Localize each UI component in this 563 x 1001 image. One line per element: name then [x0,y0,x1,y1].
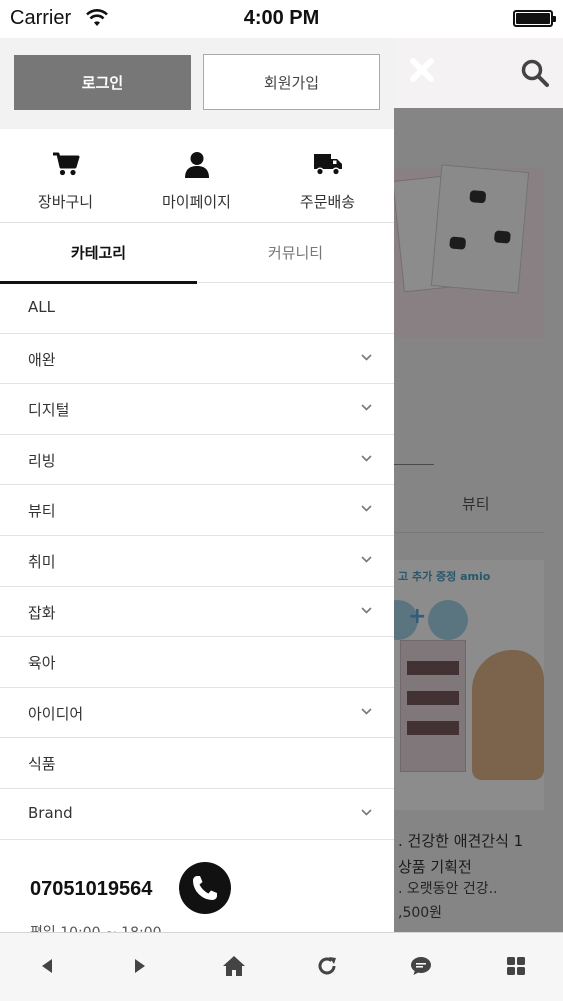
quick-link-label: 주문배송 [299,193,356,211]
phone-icon [193,876,217,900]
category-item-beauty[interactable]: 뷰티 [0,485,394,536]
refresh-icon [318,957,336,975]
category-label: ALL [28,298,55,316]
quick-links: 장바구니 마이페이지 주문배송 [0,129,394,223]
category-item-all[interactable]: ALL [0,283,394,334]
menu-tabs: 카테고리 커뮤니티 [0,223,394,284]
grid-icon [507,957,525,975]
category-list: ALL 애완 디지털 리빙 뷰티 취미 잡화 육아 아이디어 식품 Brand [0,283,394,840]
quick-link-delivery[interactable]: 주문배송 [262,129,393,222]
quick-link-mypage[interactable]: 마이페이지 [131,129,262,222]
category-label: 아이디어 [28,704,84,723]
quick-link-cart[interactable]: 장바구니 [0,129,131,222]
quick-link-label: 마이페이지 [161,193,231,211]
chevron-down-icon[interactable] [361,809,372,816]
refresh-button[interactable] [307,951,347,981]
forward-arrow-icon [135,959,145,973]
category-item-idea[interactable]: 아이디어 [0,688,394,739]
browser-toolbar [0,932,563,1001]
category-label: 리빙 [28,451,56,470]
category-label: 취미 [28,552,56,571]
battery-icon [513,10,556,27]
call-button[interactable] [179,862,231,914]
chat-icon [411,957,431,975]
back-button[interactable] [27,951,67,981]
chevron-down-icon[interactable] [361,404,372,411]
grid-menu-button[interactable] [496,951,536,981]
category-item-brand[interactable]: Brand [0,789,394,840]
category-item-pet[interactable]: 애완 [0,334,394,385]
login-button[interactable]: 로그인 [14,55,191,110]
category-item-digital[interactable]: 디지털 [0,384,394,435]
category-label: 식품 [28,755,56,774]
user-icon [184,152,209,178]
category-label: 애완 [28,350,56,369]
tab-community[interactable]: 커뮤니티 [197,223,394,282]
forward-button[interactable] [120,951,160,981]
chevron-down-icon[interactable] [361,455,372,462]
category-label: Brand [28,803,73,822]
menu-overlay[interactable] [394,108,563,932]
cart-icon [52,152,79,176]
auth-section: 로그인 회원가입 [0,38,394,129]
truck-icon [313,154,342,176]
chevron-down-icon[interactable] [361,505,372,513]
category-item-hobby[interactable]: 취미 [0,536,394,587]
search-icon[interactable] [520,58,550,88]
chevron-down-icon[interactable] [361,354,372,361]
category-label: 육아 [28,654,56,673]
clock: 4:00 PM [243,7,320,29]
phone-number[interactable]: 07051019564 [30,878,152,901]
category-item-goods[interactable]: 잡화 [0,587,394,638]
quick-link-label: 장바구니 [37,193,94,211]
category-item-food[interactable]: 식품 [0,738,394,789]
chevron-down-icon[interactable] [361,708,372,715]
chevron-down-icon[interactable] [361,556,372,563]
close-menu-icon[interactable] [406,54,438,86]
business-hours: 평일 10:00 ~ 18:00 [30,922,162,932]
join-button[interactable]: 회원가입 [203,54,380,110]
home-icon [223,956,245,976]
tab-category[interactable]: 카테고리 [0,223,197,284]
category-label: 뷰티 [28,502,56,521]
home-button[interactable] [214,951,254,981]
side-menu: 로그인 회원가입 장바구니 마이페이지 주문배송 카테고리 커뮤니티 ALL 애… [0,38,394,932]
category-label: 디지털 [28,401,70,420]
status-bar: Carrier 4:00 PM [0,0,563,38]
back-arrow-icon [42,959,52,973]
chat-button[interactable] [401,951,441,981]
chevron-down-icon[interactable] [361,606,372,614]
category-item-living[interactable]: 리빙 [0,435,394,486]
category-item-baby[interactable]: 육아 [0,637,394,688]
category-label: 잡화 [28,603,56,622]
contact-section: 07051019564 평일 10:00 ~ 18:00 [0,838,394,932]
